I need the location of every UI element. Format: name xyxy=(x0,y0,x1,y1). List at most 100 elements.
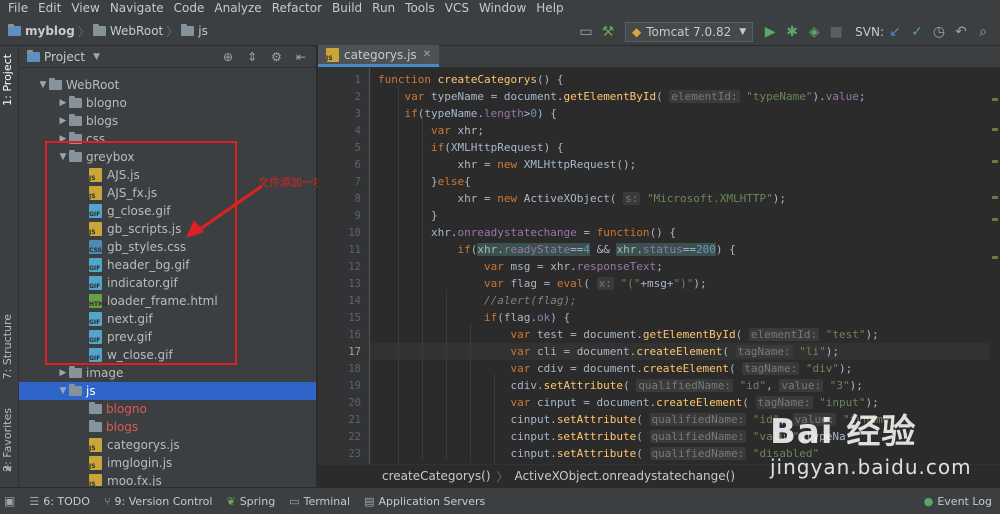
tree-item-webroot[interactable]: ▼ WebRoot xyxy=(19,76,316,94)
code-line[interactable]: } xyxy=(378,207,438,224)
code-line[interactable]: function createCategorys() { xyxy=(378,71,563,88)
coverage-icon[interactable]: ◈ xyxy=(803,21,825,43)
code-line[interactable]: var typeName = document.getElementById( … xyxy=(378,88,866,105)
code-line[interactable]: //alert(flag); xyxy=(378,292,577,309)
hide-panel-icon[interactable]: ⇤ xyxy=(296,50,306,64)
history-clock-icon[interactable]: ◷ xyxy=(928,21,950,43)
menu-item-window[interactable]: Window xyxy=(474,0,531,17)
debug-bug-icon[interactable]: ✱ xyxy=(781,21,803,43)
menu-item-run[interactable]: Run xyxy=(367,0,400,17)
chevron-down-icon[interactable]: ▼ xyxy=(37,80,49,90)
chevron-right-icon[interactable]: ▶ xyxy=(57,98,69,108)
folder-icon xyxy=(181,24,195,36)
event-log-button[interactable]: ● Event Log xyxy=(924,495,992,508)
code-line[interactable]: xhr = new XMLHttpRequest(); xyxy=(378,156,636,173)
run-configuration-select[interactable]: ◆ Tomcat 7.0.82 ▼ xyxy=(625,21,754,42)
collapse-all-icon[interactable]: ⇕ xyxy=(247,50,257,64)
code-line[interactable]: cdiv.setAttribute( qualifiedName: "id", … xyxy=(378,377,863,394)
tree-item-blogno[interactable]: ▶ blogno xyxy=(19,94,316,112)
tree-item-js[interactable]: ▼ js xyxy=(19,382,316,400)
svn-update-icon[interactable]: ↙ xyxy=(884,21,906,43)
line-number: 20 xyxy=(348,397,361,409)
project-tool-tab[interactable]: 1: Project xyxy=(1,54,14,106)
chevron-right-icon[interactable]: ▶ xyxy=(57,116,69,126)
tree-item-categorys-js[interactable]: categorys.js xyxy=(19,436,316,454)
folder-icon xyxy=(69,384,82,396)
code-line[interactable]: }else{ xyxy=(378,173,471,190)
chevron-down-icon[interactable]: ▼ xyxy=(57,386,69,396)
tool-window-icon[interactable]: ▣ xyxy=(4,494,15,508)
spring-leaf-icon: ❦ xyxy=(226,494,236,508)
editor-scrollbar[interactable] xyxy=(990,68,1000,464)
menu-item-help[interactable]: Help xyxy=(531,0,568,17)
menu-item-navigate[interactable]: Navigate xyxy=(105,0,169,17)
tree-item-blogs[interactable]: ▶ blogs xyxy=(19,112,316,130)
breadcrumb-webroot[interactable]: WebRoot xyxy=(110,24,163,38)
vcs-label: 9: Version Control xyxy=(114,494,213,508)
watermark: Bai 经验 jingyan.baidu.com xyxy=(770,404,972,479)
tree-item-imglogin-js[interactable]: imglogin.js xyxy=(19,454,316,472)
code-line[interactable]: if(XMLHttpRequest) { xyxy=(378,139,563,156)
main-toolbar: ▭ ⚒ ◆ Tomcat 7.0.82 ▼ ▶ ✱ ◈ ■ SVN: ↙ ✓ ◷… xyxy=(575,17,1000,46)
search-icon[interactable]: ⌕ xyxy=(972,21,994,43)
version-control-button[interactable]: ⑂ 9: Version Control xyxy=(104,495,213,508)
menu-item-refactor[interactable]: Refactor xyxy=(267,0,327,17)
menu-item-tools[interactable]: Tools xyxy=(400,0,440,17)
project-panel-title[interactable]: Project xyxy=(44,50,85,64)
tree-item-label: WebRoot xyxy=(66,78,120,92)
code-line[interactable]: cinput.setAttribute( qualifiedName: "dis… xyxy=(378,445,819,462)
line-number: 22 xyxy=(348,431,361,443)
tree-item-moo-fx-js[interactable]: moo.fx.js xyxy=(19,472,316,486)
code-line[interactable]: xhr = new ActiveXObject( s: "Microsoft.X… xyxy=(378,190,786,207)
build-hammer-icon[interactable]: ⚒ xyxy=(597,21,619,43)
gear-icon[interactable]: ⚙ xyxy=(271,50,282,64)
structure-tool-tab[interactable]: 7: Structure xyxy=(1,314,14,379)
code-line[interactable]: if(xhr.readyState==4 && xhr.status==200)… xyxy=(378,241,736,258)
chevron-down-icon[interactable]: ▼ xyxy=(93,52,100,62)
annotation-arrow xyxy=(186,184,263,238)
tree-item-label: categorys.js xyxy=(107,438,180,452)
breadcrumb-function[interactable]: createCategorys() xyxy=(382,469,491,483)
tree-item-label: image xyxy=(86,366,124,380)
todo-button[interactable]: ☰ 6: TODO xyxy=(29,495,90,508)
menu-item-vcs[interactable]: VCS xyxy=(440,0,474,17)
code-line[interactable]: var xhr; xyxy=(378,122,484,139)
application-servers-button[interactable]: ▤ Application Servers xyxy=(364,495,485,508)
menu-item-file[interactable]: File xyxy=(3,0,33,17)
svn-commit-icon[interactable]: ✓ xyxy=(906,21,928,43)
code-line[interactable]: xhr.onreadystatechange = function() { xyxy=(378,224,676,241)
line-number: 19 xyxy=(348,380,361,392)
stop-icon[interactable]: ■ xyxy=(825,21,847,43)
menu-item-build[interactable]: Build xyxy=(327,0,367,17)
code-line[interactable]: if(typeName.length>0) { xyxy=(378,105,557,122)
chevron-right-icon: 〉 xyxy=(496,469,509,484)
monitor-icon[interactable]: ▭ xyxy=(575,21,597,43)
project-panel-header: Project ▼ ⊕ ⇕ ⚙ ⇤ xyxy=(19,46,316,68)
tree-item-blogs[interactable]: blogs xyxy=(19,418,316,436)
locate-target-icon[interactable]: ⊕ xyxy=(223,50,233,64)
tree-item-label: blogno xyxy=(86,96,127,110)
menu-item-code[interactable]: Code xyxy=(169,0,210,17)
code-line[interactable]: if(flag.ok) { xyxy=(378,309,570,326)
revert-icon[interactable]: ↶ xyxy=(950,21,972,43)
breadcrumb-js[interactable]: js xyxy=(198,24,208,38)
breadcrumb-callback[interactable]: ActiveXObject.onreadystatechange() xyxy=(515,469,735,483)
tree-item-blogno[interactable]: blogno xyxy=(19,400,316,418)
chevron-right-icon[interactable]: ▶ xyxy=(57,368,69,378)
menu-item-view[interactable]: View xyxy=(66,0,104,17)
terminal-button[interactable]: ▭ Terminal xyxy=(289,495,350,508)
menu-item-analyze[interactable]: Analyze xyxy=(209,0,266,17)
menu-item-edit[interactable]: Edit xyxy=(33,0,66,17)
spring-button[interactable]: ❦ Spring xyxy=(226,495,275,508)
code-line[interactable]: var cli = document.createElement( tagNam… xyxy=(378,343,839,360)
code-line[interactable]: var cdiv = document.createElement( tagNa… xyxy=(378,360,852,377)
breadcrumb-project[interactable]: myblog xyxy=(25,24,75,38)
tab-categorys-js[interactable]: categorys.js ✕ xyxy=(318,45,440,67)
run-icon[interactable]: ▶ xyxy=(759,21,781,43)
code-line[interactable]: var flag = eval( x: "("+msg+")"); xyxy=(378,275,707,292)
left-tool-strip: 1: Project 7: Structure 2: Favorites ★ xyxy=(0,46,19,487)
tree-item-image[interactable]: ▶ image xyxy=(19,364,316,382)
close-icon[interactable]: ✕ xyxy=(423,49,431,60)
code-line[interactable]: var msg = xhr.responseText; xyxy=(378,258,663,275)
code-line[interactable]: var test = document.getElementById( elem… xyxy=(378,326,879,343)
